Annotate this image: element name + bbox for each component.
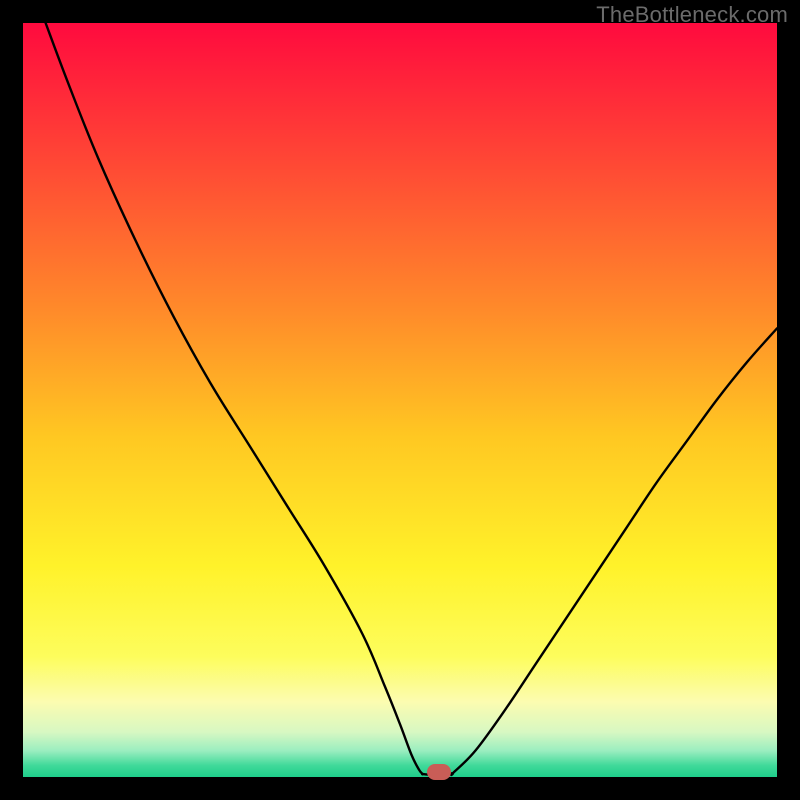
gradient-background	[23, 23, 777, 777]
chart-frame: TheBottleneck.com	[0, 0, 800, 800]
watermark-text: TheBottleneck.com	[596, 2, 788, 28]
chart-svg	[23, 23, 777, 777]
plot-area	[23, 23, 777, 777]
optimum-marker	[427, 764, 451, 780]
